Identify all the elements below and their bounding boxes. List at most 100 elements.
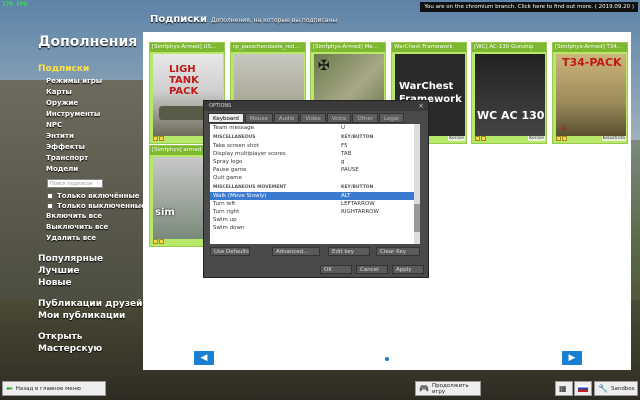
addon-card[interactable]: [WC] AC-130 Gunship WC AC 130 Kenzie (471, 42, 547, 144)
cancel-button[interactable]: Cancel (356, 265, 388, 274)
toggle-icon[interactable] (475, 135, 480, 141)
binding-action: Display multiplayer scores (213, 151, 286, 157)
sidebar-item-entities[interactable]: Энтити (38, 131, 148, 142)
key-binding-row[interactable]: Swim down (210, 224, 418, 232)
sidebar-item-effects[interactable]: Эффекты (38, 142, 148, 153)
key-binding-row[interactable]: Turn right RIGHTARROW (210, 208, 418, 216)
continue-label: Продолжить игру (431, 382, 469, 395)
advanced-button[interactable]: Advanced... (272, 247, 320, 256)
ok-button[interactable]: OK (320, 265, 352, 274)
filter-label: Только выключенные (57, 202, 146, 210)
open-workshop-button[interactable]: Открыть Мастерскую (38, 331, 148, 354)
key-list-section-header: MISCELLANEOUS KEY/BUTTON (210, 134, 418, 142)
continue-game-button[interactable]: 🎮 Продолжить игру (415, 381, 481, 396)
binding-action: Turn right (213, 209, 240, 215)
sidebar-item-top[interactable]: Лучшие (38, 265, 148, 277)
key-binding-list[interactable]: Team message U MISCELLANEOUS KEY/BUTTON Take… (210, 124, 418, 244)
toggle-icon[interactable] (153, 238, 158, 244)
delete-icon[interactable] (481, 135, 486, 141)
sidebar-item-subscriptions[interactable]: Подписки (38, 64, 148, 74)
tab-other[interactable]: Other (352, 113, 379, 123)
delete-icon[interactable] (159, 135, 164, 141)
disable-all-button[interactable]: Выключить все (38, 222, 148, 233)
sidebar-item-tools[interactable]: Инструменты (38, 109, 148, 120)
binding-action: Swim down (213, 225, 245, 231)
clear-key-button[interactable]: Clear Key (376, 247, 420, 256)
options-tabs: Keyboard Mouse Audio Video Voice Other L… (208, 113, 405, 123)
binding-key: LEFTARROW (341, 201, 375, 207)
next-page-button[interactable]: ▶ (562, 351, 582, 365)
subscription-search-input[interactable]: Поиск подписок (47, 179, 103, 188)
arrow-right-icon: ▶ (568, 353, 576, 363)
thumbnail-text: T34-PACK (562, 56, 622, 69)
binding-key (341, 216, 418, 224)
delete-icon[interactable] (562, 135, 567, 141)
addon-card-title: [Simfphys-Armed] US... (150, 43, 224, 52)
branch-notice[interactable]: You are on the chromium branch. Click he… (420, 2, 638, 12)
checkbox[interactable] (47, 203, 53, 209)
enable-all-button[interactable]: Включить все (38, 211, 148, 222)
gamemode-button[interactable]: 🔧 Sandbox (594, 381, 638, 396)
gamepad-icon: 🎮 (419, 384, 429, 393)
filter-enabled-only[interactable]: Только включённые (38, 191, 148, 201)
dialog-title: OPTIONS (204, 101, 428, 111)
key-binding-row[interactable]: Team message U (210, 124, 418, 132)
key-binding-row[interactable]: Turn left LEFTARROW (210, 200, 418, 208)
tab-mouse[interactable]: Mouse (244, 113, 273, 123)
addon-card-title: WarChest Framework (392, 43, 466, 52)
iron-cross-icon: ✠ (318, 58, 330, 74)
sidebar-item-npc[interactable]: NPC (38, 120, 148, 131)
addon-card-title: [Simfphys-Armed] Me... (311, 43, 385, 52)
tab-audio[interactable]: Audio (273, 113, 300, 123)
key-binding-row[interactable]: Take screen shot F5 (210, 142, 418, 150)
addon-card-footer: Kelastrofa (556, 135, 626, 141)
binding-action: Quit game (213, 175, 242, 181)
sidebar-item-my-publications[interactable]: Мои публикации (38, 310, 148, 322)
close-icon[interactable]: × (418, 102, 424, 110)
sidebar-item-vehicles[interactable]: Транспорт (38, 153, 148, 164)
key-binding-row[interactable]: Spray logo g (210, 158, 418, 166)
scrollbar-thumb[interactable] (414, 204, 420, 232)
binding-action: Walk (Move Slowly) (213, 193, 267, 199)
grid-icon: ▦ (559, 384, 567, 393)
sidebar-item-popular[interactable]: Популярные (38, 253, 148, 265)
edit-key-button[interactable]: Edit key (328, 247, 370, 256)
tab-legal[interactable]: Legal (379, 113, 404, 123)
sidebar-item-models[interactable]: Модели (38, 164, 148, 175)
toggle-icon[interactable] (153, 135, 158, 141)
key-binding-row[interactable]: Quit game (210, 174, 418, 182)
delete-all-button[interactable]: Удалить все (38, 233, 148, 244)
sidebar-item-weapons[interactable]: Оружие (38, 98, 148, 109)
back-to-main-menu-button[interactable]: ⬅ Назад в главное меню (2, 381, 106, 396)
delete-icon[interactable] (159, 238, 164, 244)
addon-card[interactable]: [Simfphys-Armed] T34... T34-PACK ☭ Kelas… (552, 42, 628, 144)
binding-key: U (341, 125, 346, 131)
key-binding-row[interactable]: Display multiplayer scores TAB (210, 150, 418, 158)
tab-video[interactable]: Video (300, 113, 326, 123)
checkbox[interactable] (47, 193, 53, 199)
addon-author: Kenzie (448, 135, 465, 141)
thumbnail-text: sim (155, 207, 175, 218)
addons-menu-button[interactable]: ▦ (555, 381, 573, 396)
apply-button[interactable]: Apply (392, 265, 424, 274)
binding-key (341, 174, 418, 182)
gamemode-label: Sandbox (610, 385, 635, 392)
key-binding-row[interactable]: Pause game PAUSE (210, 166, 418, 174)
key-list-scrollbar[interactable] (414, 124, 420, 244)
sidebar-item-friends-publications[interactable]: Публикации друзей (38, 298, 148, 310)
addon-author: Kenzie (528, 135, 545, 141)
binding-key: PAUSE (341, 167, 359, 173)
toggle-icon[interactable] (556, 135, 561, 141)
filter-disabled-only[interactable]: Только выключенные (38, 201, 148, 211)
sidebar-item-maps[interactable]: Карты (38, 87, 148, 98)
tab-keyboard[interactable]: Keyboard (208, 113, 244, 123)
sidebar-item-gamemodes[interactable]: Режимы игры (38, 76, 148, 87)
prev-page-button[interactable]: ◀ (194, 351, 214, 365)
use-defaults-button[interactable]: Use Defaults (210, 247, 250, 256)
tab-voice[interactable]: Voice (326, 113, 352, 123)
sidebar-item-new[interactable]: Новые (38, 277, 148, 289)
key-binding-row[interactable]: Walk (Move Slowly) ALT (210, 192, 418, 200)
thumbnail-text: WC AC 130 (477, 109, 545, 122)
key-binding-row[interactable]: Swim up (210, 216, 418, 224)
language-button[interactable] (574, 381, 592, 396)
